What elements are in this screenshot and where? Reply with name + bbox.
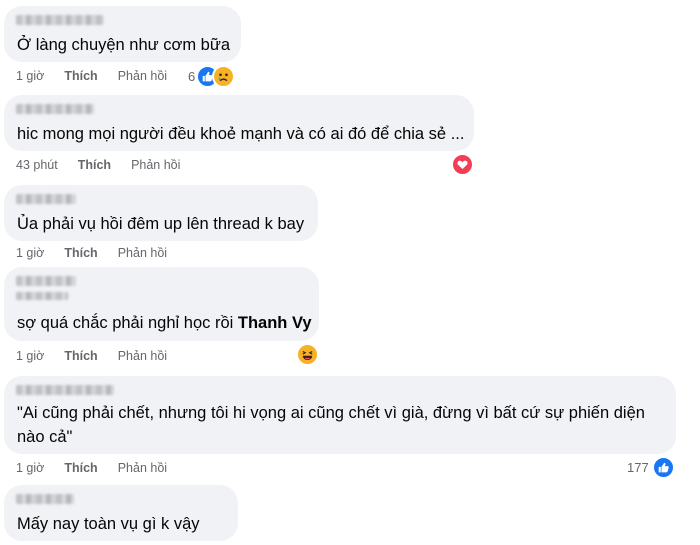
like-button[interactable]: Thích [64, 461, 97, 475]
like-icon [651, 456, 675, 479]
like-button[interactable]: Thích [64, 69, 97, 83]
comment-bubble: hic mong mọi người đều khoẻ mạnh và có a… [4, 95, 474, 151]
blurred-author-name-line-2 [16, 292, 68, 300]
reaction-count: 6 [188, 69, 196, 84]
comment-bubble: Ủa phải vụ hồi đêm up lên thread k bay [4, 185, 318, 241]
comment-actions: 1 giờ Thích Phản hồi [16, 349, 187, 363]
comment-text: sợ quá chắc phải nghỉ học rồi Thanh Vy [17, 311, 312, 335]
blurred-author-name [16, 194, 76, 204]
blurred-author-name [16, 104, 94, 114]
comment-bubble: Mấy nay toàn vụ gì k vậy [4, 485, 238, 541]
like-button[interactable]: Thích [64, 349, 97, 363]
comment-time[interactable]: 1 giờ [16, 349, 44, 363]
comment-text: Ở làng chuyện như cơm bữa [17, 36, 231, 54]
comment-actions: 43 phút Thích Phản hồi [16, 158, 200, 172]
comment-time[interactable]: 1 giờ [16, 461, 44, 475]
comment-actions: 1 giờ Thích Phản hồi [16, 69, 187, 83]
comment-actions: 1 giờ Thích Phản hồi [16, 461, 187, 475]
comment-bubble: "Ai cũng phải chết, nhưng tôi hi vọng ai… [4, 376, 676, 454]
reaction-summary[interactable] [451, 153, 474, 176]
reply-button[interactable]: Phản hồi [118, 246, 167, 260]
mention-link[interactable]: Thanh Vy [238, 314, 312, 332]
blurred-author-name [16, 494, 74, 504]
reply-button[interactable]: Phản hồi [131, 158, 180, 172]
comment-text: Mấy nay toàn vụ gì k vậy [17, 515, 200, 533]
blurred-author-name [16, 15, 104, 25]
comment-bubble: Ở làng chuyện như cơm bữa [4, 6, 241, 62]
comment-time[interactable]: 43 phút [16, 158, 58, 172]
comment-text: hic mong mọi người đều khoẻ mạnh và có a… [17, 125, 465, 143]
like-button[interactable]: Thích [64, 246, 97, 260]
comment-text: Ủa phải vụ hồi đêm up lên thread k bay [17, 215, 305, 233]
comment-text: "Ai cũng phải chết, nhưng tôi hi vọng ai… [17, 404, 645, 446]
haha-icon [296, 343, 319, 366]
comment-bubble: sợ quá chắc phải nghỉ học rồi Thanh Vy [4, 267, 319, 341]
love-icon [451, 153, 474, 176]
reply-button[interactable]: Phản hồi [118, 349, 167, 363]
reply-button[interactable]: Phản hồi [118, 69, 167, 83]
blurred-author-name [16, 276, 76, 286]
blurred-author-name [16, 385, 114, 395]
like-button[interactable]: Thích [78, 158, 111, 172]
reaction-count: 177 [627, 460, 649, 475]
comment-body: sợ quá chắc phải nghỉ học rồi [17, 314, 234, 332]
comment-time[interactable]: 1 giờ [16, 69, 44, 83]
comment-time[interactable]: 1 giờ [16, 246, 44, 260]
reaction-summary[interactable] [296, 343, 319, 366]
reaction-summary[interactable]: 6 [188, 65, 236, 88]
sad-icon [212, 65, 236, 88]
reply-button[interactable]: Phản hồi [118, 461, 167, 475]
reaction-summary[interactable]: 177 [627, 456, 675, 479]
comment-actions: 1 giờ Thích Phản hồi [16, 246, 187, 260]
